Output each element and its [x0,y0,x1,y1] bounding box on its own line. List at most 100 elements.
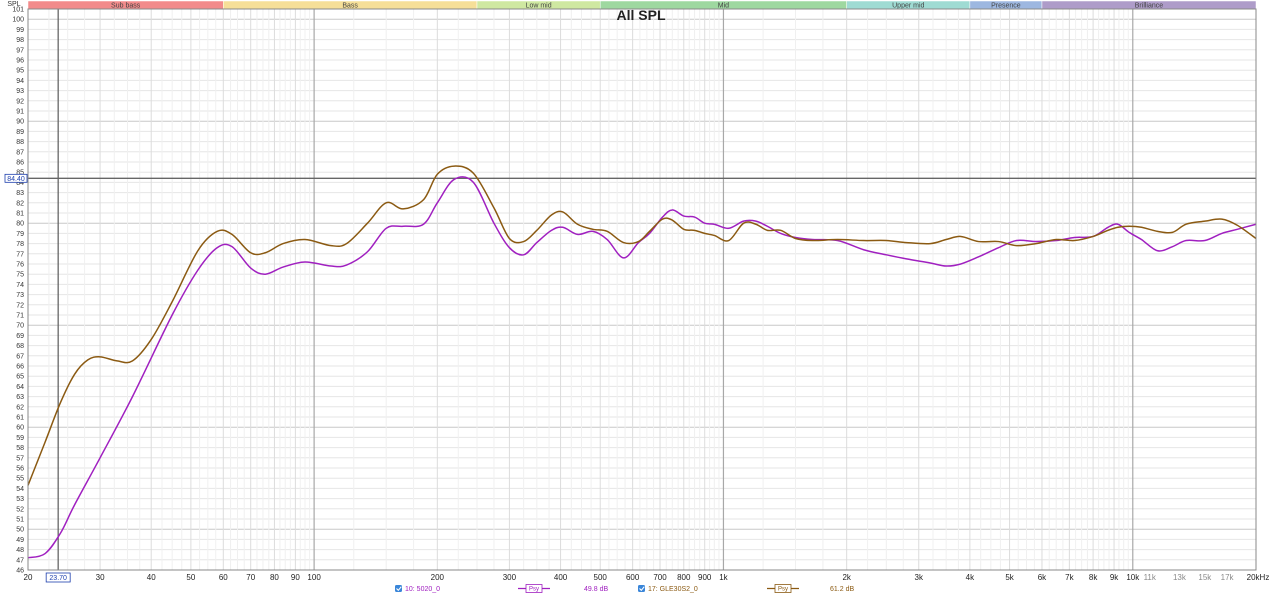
cursor-y-readout: 84.40 [7,176,25,183]
y-tick-label: 83 [16,190,24,197]
x-tick-label: 70 [246,573,255,582]
y-tick-label: 92 [16,98,24,105]
y-tick-label: 68 [16,343,24,350]
x-tick-label: 900 [698,573,712,582]
x-tick-label: 10k [1126,573,1140,582]
x-tick-label: 90 [291,573,300,582]
legend-smoothing-label-1: Psy [529,587,539,593]
x-tick-label: 100 [307,573,321,582]
y-tick-label: 66 [16,364,24,371]
legend-series-name-2: 17: GLE30S2_0 [648,586,698,593]
x-tick-label: 700 [653,573,667,582]
x-tick-label: 2k [842,573,851,582]
x-tick-label: 3k [915,573,924,582]
y-tick-label: 86 [16,160,24,167]
y-tick-label: 74 [16,282,24,289]
band-label-6: Brilliance [1135,3,1164,10]
y-tick-label: 99 [16,27,24,34]
y-tick-label: 98 [16,37,24,44]
legend-smoothing-label-2: Psy [778,587,788,593]
spl-chart[interactable]: Sub bass Bass Low mid Mid Upper mid Presence B… [0,0,1270,600]
x-tick-label: 5k [1005,573,1014,582]
y-tick-label: 90 [16,119,24,126]
x-tick-label: 4k [966,573,975,582]
y-tick-label: 77 [16,251,24,258]
y-tick-label: 65 [16,374,24,381]
x-tick-label: 20 [24,573,33,582]
x-tick-label: 8k [1089,573,1098,582]
y-tick-label: 63 [16,394,24,401]
y-tick-label: 93 [16,88,24,95]
x-tick-label: 60 [219,573,228,582]
y-tick-label: 55 [16,476,24,483]
y-tick-label: 70 [16,323,24,330]
y-tick-label: 87 [16,149,24,156]
x-tick-label: 6k [1038,573,1047,582]
y-tick-label: 72 [16,302,24,309]
y-tick-label: 82 [16,200,24,207]
y-tick-label: 60 [16,425,24,432]
y-tick-label: 58 [16,445,24,452]
y-tick-label: 97 [16,47,24,54]
x-tick-label: 30 [96,573,105,582]
x-tick-label: 500 [594,573,608,582]
x-tick-label: 15k [1198,573,1212,582]
legend-offset-2: 61.2 dB [830,586,854,593]
band-label-2: Low mid [526,3,552,10]
y-tick-label: 95 [16,68,24,75]
y-tick-label: 47 [16,557,24,564]
cursor-x-readout: 23.70 [49,575,67,582]
y-tick-label: 62 [16,404,24,411]
y-tick-label: 48 [16,547,24,554]
x-tick-label: 80 [270,573,279,582]
y-tick-label: 59 [16,435,24,442]
y-tick-label: 94 [16,78,24,85]
x-tick-label: 17k [1221,573,1235,582]
x-tick-label: 50 [186,573,195,582]
y-tick-label: 76 [16,262,24,269]
x-tick-label: 800 [677,573,691,582]
y-tick-label: 56 [16,466,24,473]
x-tick-label: 13k [1173,573,1187,582]
y-tick-label: 88 [16,139,24,146]
band-label-3: Mid [718,3,729,10]
x-tick-label: 40 [147,573,156,582]
y-tick-label: 49 [16,537,24,544]
x-tick-label: 400 [554,573,568,582]
y-tick-label: 61 [16,415,24,422]
legend-offset-1: 49.8 dB [584,586,608,593]
y-tick-label: 89 [16,129,24,136]
x-tick-label: 200 [431,573,445,582]
y-tick-label: 78 [16,241,24,248]
y-tick-label: 52 [16,506,24,513]
y-tick-label: 75 [16,272,24,279]
y-tick-label: 51 [16,517,24,524]
y-tick-label: 91 [16,109,24,116]
y-tick-label: 80 [16,221,24,228]
y-tick-label: 81 [16,211,24,218]
band-label-4: Upper mid [892,3,924,10]
y-tick-label: 67 [16,353,24,360]
x-tick-label: 7k [1065,573,1074,582]
band-label-5: Presence [991,3,1021,10]
y-tick-label: 79 [16,231,24,238]
x-axis-unit-label: 20kHz [1247,573,1270,582]
band-label-0: Sub bass [111,3,141,10]
x-tick-label: 1k [719,573,728,582]
y-tick-label: 64 [16,384,24,391]
x-tick-label: 300 [503,573,517,582]
legend-checkbox-2[interactable] [638,585,645,592]
y-tick-label: 71 [16,313,24,320]
y-tick-label: 57 [16,455,24,462]
y-axis-label: SPL [7,1,20,8]
y-tick-label: 69 [16,333,24,340]
band-label-1: Bass [342,3,358,10]
y-tick-label: 54 [16,486,24,493]
y-tick-label: 53 [16,496,24,503]
y-tick-label: 73 [16,292,24,299]
x-tick-label: 600 [626,573,640,582]
y-tick-label: 96 [16,58,24,65]
legend-checkbox-1[interactable] [395,585,402,592]
x-tick-label: 9k [1110,573,1119,582]
x-tick-label: 11k [1144,573,1157,582]
